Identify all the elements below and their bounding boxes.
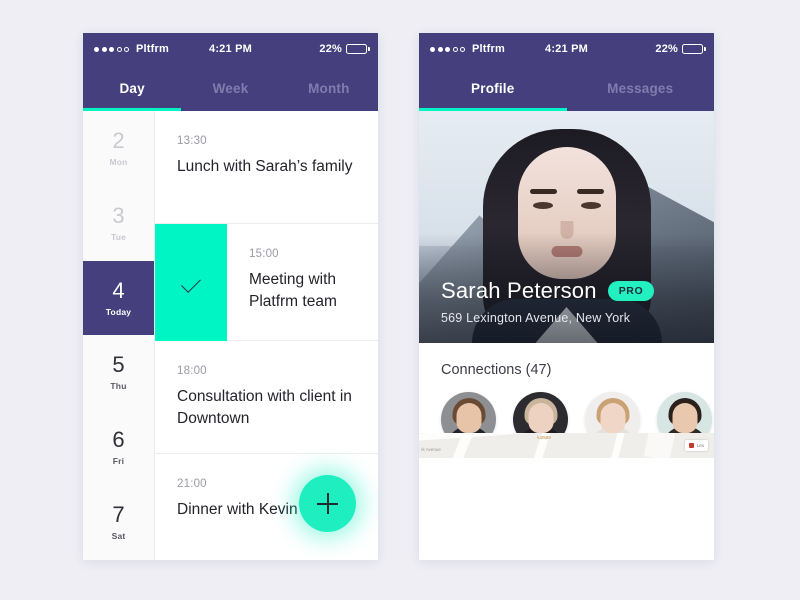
tab-day[interactable]: Day (83, 65, 181, 111)
day-cell-5[interactable]: 5 Thu (83, 335, 154, 410)
name-row: Sarah Peterson PRO (441, 278, 698, 304)
pro-badge: PRO (607, 281, 655, 301)
battery-icon (682, 44, 706, 54)
day-name: Thu (110, 381, 127, 392)
battery-icon (346, 44, 370, 54)
event-complete-swipe-action[interactable] (155, 224, 227, 341)
day-number: 5 (112, 352, 125, 378)
profile-cover-photo: Sarah Peterson PRO 569 Lexington Avenue,… (419, 111, 714, 343)
event-item-lunch[interactable]: 13:30 Lunch with Sarah’s family (155, 111, 378, 224)
event-title: Meeting with Platfrm team (249, 271, 337, 310)
map-street-label: rk Avenue (421, 447, 441, 452)
day-cell-7[interactable]: 7 Sat (83, 485, 154, 560)
connections-section: Connections (47) rk Avenue \u2589 Lex (419, 343, 714, 458)
map-strip[interactable]: rk Avenue \u2589 Lex (419, 433, 714, 458)
day-number: 6 (112, 427, 125, 453)
event-list: 13:30 Lunch with Sarah’s family 15:00 Me… (155, 111, 378, 560)
screenshot-stage: Pltfrm 4:21 PM 22% Day Week Month 2 Mon (0, 0, 800, 600)
event-time: 18:00 (177, 365, 207, 377)
date-column: 2 Mon 3 Tue 4 Today 5 Thu 6 Fri 7 Sat (83, 111, 155, 560)
connections-title: Connections (47) (441, 362, 552, 378)
profile-identity-block: Sarah Peterson PRO 569 Lexington Avenue,… (441, 278, 698, 325)
tab-week[interactable]: Week (181, 65, 279, 111)
day-name: Tue (110, 231, 127, 242)
day-cell-2[interactable]: 2 Mon (83, 111, 154, 186)
status-time: 4:21 PM (545, 43, 588, 55)
event-time: 13:30 (177, 135, 207, 147)
day-cell-today[interactable]: 4 Today (83, 260, 154, 336)
event-title: Consultation with client in Downtown (177, 388, 352, 427)
add-event-fab[interactable] (299, 475, 356, 532)
plus-icon (317, 493, 338, 514)
day-number: 4 (112, 277, 125, 303)
profile-phone: Pltfrm 4:21 PM 22% Profile Messages Sara… (419, 33, 714, 560)
status-bar-right: Pltfrm 4:21 PM 22% (419, 33, 714, 65)
eye-right (580, 202, 601, 209)
event-title: Lunch with Sarah’s family (177, 158, 353, 175)
map-marker-chip[interactable]: Lex (684, 440, 708, 451)
status-time: 4:21 PM (209, 43, 252, 55)
eyebrow-left (529, 189, 557, 194)
day-number: 7 (112, 502, 125, 528)
day-name: Sat (111, 531, 126, 542)
tab-profile[interactable]: Profile (419, 65, 567, 111)
day-cell-3[interactable]: 3 Tue (83, 186, 154, 261)
day-number: 2 (112, 127, 125, 153)
calendar-phone: Pltfrm 4:21 PM 22% Day Week Month 2 Mon (83, 33, 378, 560)
day-number: 3 (112, 202, 125, 228)
profile-address: 569 Lexington Avenue, New York (441, 311, 631, 325)
event-item-meeting[interactable]: 15:00 Meeting with Platfrm team (227, 224, 378, 341)
checkmark-icon (181, 272, 201, 293)
eyebrow-right (576, 189, 604, 194)
day-name: Mon (109, 156, 128, 167)
profile-name: Sarah Peterson (441, 278, 597, 303)
agenda-view: 2 Mon 3 Tue 4 Today 5 Thu 6 Fri 7 Sat 13… (83, 111, 378, 560)
status-bar-left: Pltfrm 4:21 PM 22% (83, 33, 378, 65)
map-chip-label: Lex (696, 443, 704, 448)
tab-messages[interactable]: Messages (567, 65, 715, 111)
day-cell-6[interactable]: 6 Fri (83, 410, 154, 485)
event-item-consultation[interactable]: 18:00 Consultation with client in Downto… (155, 341, 378, 454)
event-time: 15:00 (249, 248, 279, 260)
calendar-tabbar: Day Week Month (83, 65, 378, 111)
day-name: Today (105, 306, 132, 317)
eye-left (532, 202, 553, 209)
tab-month[interactable]: Month (280, 65, 378, 111)
map-marker-icon (688, 443, 694, 448)
profile-tabbar: Profile Messages (419, 65, 714, 111)
day-name: Fri (112, 456, 125, 467)
